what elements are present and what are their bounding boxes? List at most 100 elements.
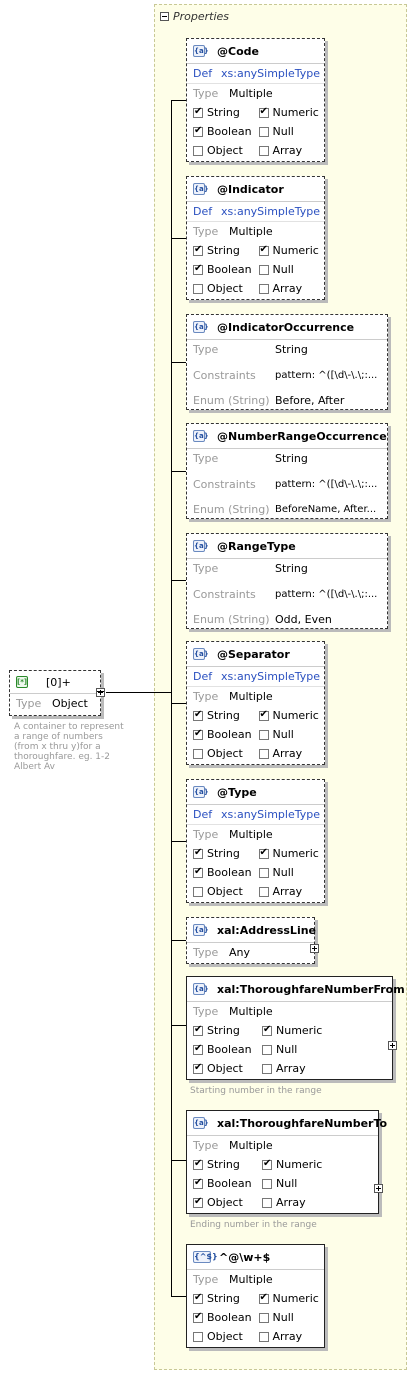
collapse-icon[interactable] (160, 11, 169, 21)
checkbox-numeric (258, 106, 269, 118)
type-label: Type (193, 690, 219, 703)
constraints-value: pattern: ^([\d\-\.\;:... (275, 478, 378, 490)
type-value: Multiple (229, 1005, 273, 1018)
type-label: Type (193, 562, 219, 575)
type-label: Type (193, 452, 219, 465)
attribute-icon: {a} (193, 648, 209, 660)
checkbox-null (262, 1044, 272, 1055)
checkbox-object (193, 283, 203, 294)
node-pattern-property[interactable]: {^$}^@\w+$ TypeMultiple StringNumeric Bo… (186, 1244, 325, 1348)
checkbox-object (193, 1062, 203, 1074)
branch-line (171, 471, 186, 472)
type-label: Type (193, 1273, 219, 1286)
checkbox-null (258, 1312, 269, 1323)
expand-icon[interactable] (374, 1184, 383, 1193)
node-title: @NumberRangeOccurrence (217, 429, 387, 443)
branch-line (171, 238, 186, 239)
def-link[interactable]: xs:anySimpleType (221, 670, 320, 683)
type-label: Type (16, 697, 42, 710)
enum-value: Odd, Even (275, 613, 332, 626)
def-label: Def (193, 670, 213, 683)
node-number-range-occurrence[interactable]: {a} @NumberRangeOccurrence Type String Con… (186, 423, 388, 519)
type-value: String (275, 343, 308, 356)
root-description: A container to represent a range of numb… (14, 722, 124, 772)
node-title: xal:ThoroughfareNumberFrom (217, 982, 405, 996)
def-link[interactable]: xs:anySimpleType (221, 205, 320, 218)
checkbox-object (193, 886, 203, 897)
node-thoroughfare-number-to[interactable]: {a} xal:ThoroughfareNumberTo Type Multiple… (186, 1110, 387, 1214)
array-icon: [*] (16, 676, 28, 688)
root-node[interactable]: [*] [0]+ Type Object (9, 670, 101, 716)
checkbox-boolean (193, 728, 203, 740)
checkbox-object (193, 1196, 203, 1208)
constraints-label: Constraints (193, 368, 256, 382)
type-value: String (275, 562, 308, 575)
node-thoroughfare-number-from[interactable]: {a} xal:ThoroughfareNumberFrom Type Multip… (186, 976, 405, 1080)
branch-line (171, 100, 186, 101)
node-separator[interactable]: {a} @Separator Def xs:anySimpleType Type Mu… (186, 641, 325, 765)
node-title: ^@\w+$ (219, 1250, 271, 1264)
node-note: Ending number in the range (190, 1220, 317, 1230)
node-title: @RangeType (217, 539, 296, 553)
attribute-icon: {a} (193, 321, 209, 333)
checkbox-null (258, 126, 269, 137)
type-value: Object (52, 697, 88, 710)
enum-label: Enum (String) (193, 613, 270, 626)
root-connector (106, 692, 171, 693)
branch-line (171, 940, 186, 941)
type-value: String (275, 452, 308, 465)
checkbox-array (258, 748, 269, 759)
type-value: Multiple (229, 828, 273, 841)
attribute-icon: {a} (193, 540, 209, 552)
def-link[interactable]: xs:anySimpleType (221, 808, 320, 821)
expand-icon[interactable] (310, 944, 319, 953)
checkbox-string (193, 244, 203, 256)
def-link[interactable]: xs:anySimpleType (221, 67, 320, 80)
attribute-icon: {a} (193, 430, 209, 442)
node-title: @Separator (217, 647, 290, 661)
checkbox-string (193, 106, 203, 118)
node-address-line[interactable]: {a} xal:AddressLine Type Any (186, 917, 316, 964)
type-label: Type (193, 828, 219, 841)
node-title: @Indicator (217, 182, 284, 196)
expand-icon[interactable] (388, 1041, 397, 1050)
attribute-icon: {a} (193, 45, 209, 57)
checkbox-boolean (193, 1043, 203, 1055)
node-range-type[interactable]: {a} @RangeType Type String Constraints patt… (186, 533, 388, 629)
node-title: xal:ThoroughfareNumberTo (217, 1116, 388, 1130)
collapse-icon[interactable] (96, 688, 105, 697)
node-note: Starting number in the range (190, 1086, 322, 1096)
checkbox-object (193, 748, 203, 759)
properties-title: Properties (173, 9, 230, 23)
checkbox-null (258, 729, 269, 740)
node-title: @Code (217, 44, 259, 58)
enum-label: Enum (String) (193, 503, 270, 516)
attribute-icon: {a} (193, 786, 209, 798)
node-indicator-occurrence[interactable]: {a} @IndicatorOccurrence Type String Const… (186, 314, 388, 410)
node-title: xal:AddressLine (217, 923, 316, 937)
checkbox-boolean (193, 1311, 203, 1323)
checkbox-numeric (258, 244, 269, 256)
def-label: Def (193, 67, 213, 80)
element-icon: {a} (193, 983, 209, 995)
properties-header: Properties (160, 9, 229, 23)
node-indicator[interactable]: {a} @Indicator Def xs:anySimpleType Type Mu… (186, 176, 325, 300)
node-type[interactable]: {a} @Type Def xs:anySimpleType Type Multipl… (186, 779, 325, 903)
checkbox-object (193, 1331, 203, 1342)
branch-line (171, 580, 186, 581)
constraints-label: Constraints (193, 587, 256, 601)
checkbox-null (262, 1178, 272, 1189)
checkbox-boolean (193, 1177, 203, 1189)
enum-value: BeforeName, After... (275, 504, 377, 515)
checkbox-string (193, 709, 203, 721)
checkbox-numeric (258, 847, 269, 859)
checkbox-object (193, 145, 203, 156)
branch-line (171, 841, 186, 842)
constraints-value: pattern: ^([\d\-\.\;:... (275, 588, 378, 600)
element-icon: {a} (193, 1117, 209, 1129)
type-value: Multiple (229, 1139, 273, 1152)
constraints-label: Constraints (193, 477, 256, 491)
checkbox-numeric (258, 709, 269, 721)
node-title: @IndicatorOccurrence (217, 320, 355, 334)
node-code[interactable]: {a} @Code Def xs:anySimpleType Type Multipl… (186, 38, 325, 162)
